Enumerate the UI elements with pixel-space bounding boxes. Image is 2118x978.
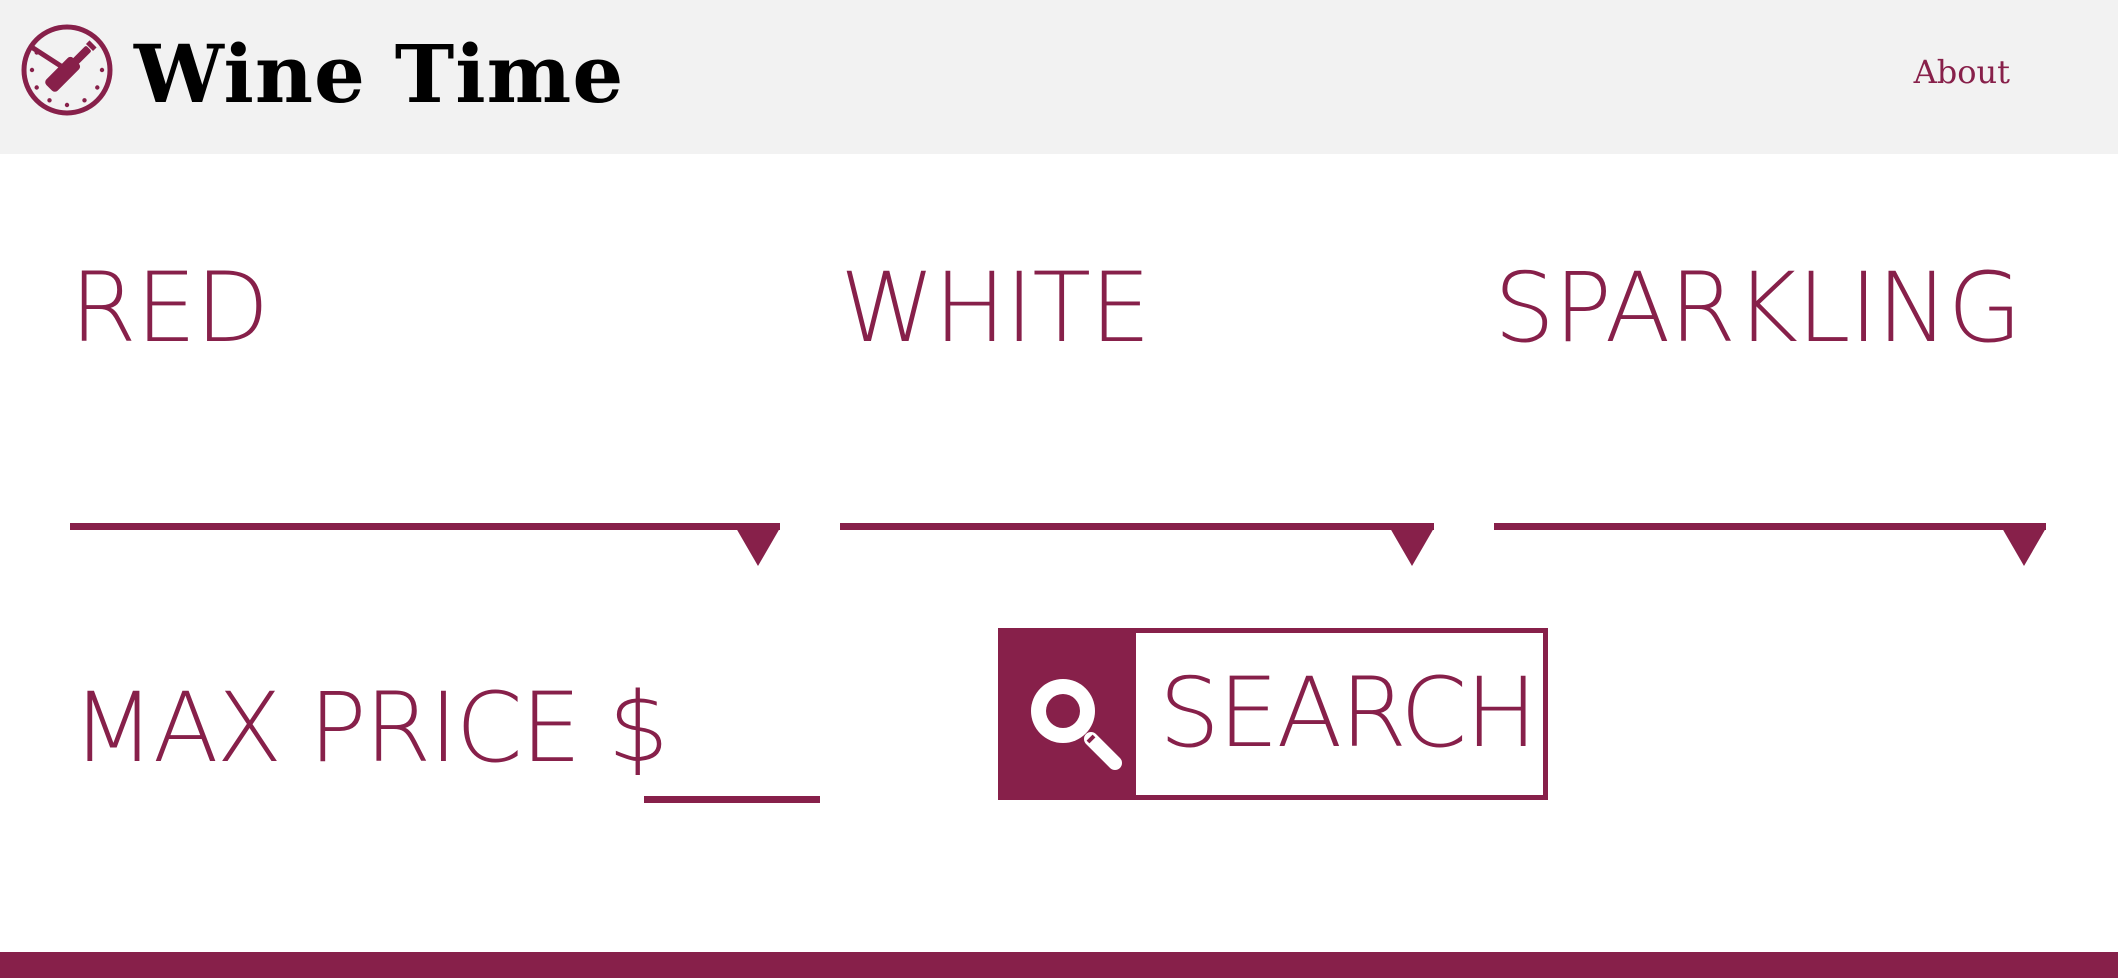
clock-wine-bottle-icon: [21, 24, 113, 116]
select-sparkling-underline: [1494, 523, 2046, 530]
select-white: WHITE: [840, 252, 1434, 566]
select-red-underline: [70, 523, 780, 530]
nav-about-link[interactable]: About: [1914, 50, 2010, 94]
search-button[interactable]: SEARCH: [998, 628, 1548, 800]
max-price-input[interactable]: [644, 692, 820, 803]
triangle-down-icon[interactable]: [736, 528, 780, 568]
select-red-label: RED: [70, 252, 269, 364]
select-red-dropdown[interactable]: [70, 418, 780, 530]
search-icon: [1031, 679, 1122, 770]
brand-title: Wine Time: [134, 27, 625, 121]
select-white-label: WHITE: [840, 252, 1151, 364]
select-white-underline: [840, 523, 1434, 530]
footer-bar: [0, 952, 2118, 978]
select-white-dropdown[interactable]: [840, 418, 1434, 530]
max-price-label: MAX PRICE $: [72, 672, 669, 784]
select-sparkling-label: SPARKLING: [1494, 252, 2022, 364]
triangle-down-icon[interactable]: [2002, 528, 2046, 568]
triangle-down-icon[interactable]: [1390, 528, 1434, 568]
site-header: Wine Time About: [0, 0, 2118, 154]
select-red: RED: [70, 252, 780, 566]
search-button-label: SEARCH: [1159, 657, 1537, 769]
search-icon-box: [1003, 633, 1136, 795]
select-sparkling: SPARKLING: [1494, 252, 2046, 566]
select-sparkling-dropdown[interactable]: [1494, 418, 2046, 530]
